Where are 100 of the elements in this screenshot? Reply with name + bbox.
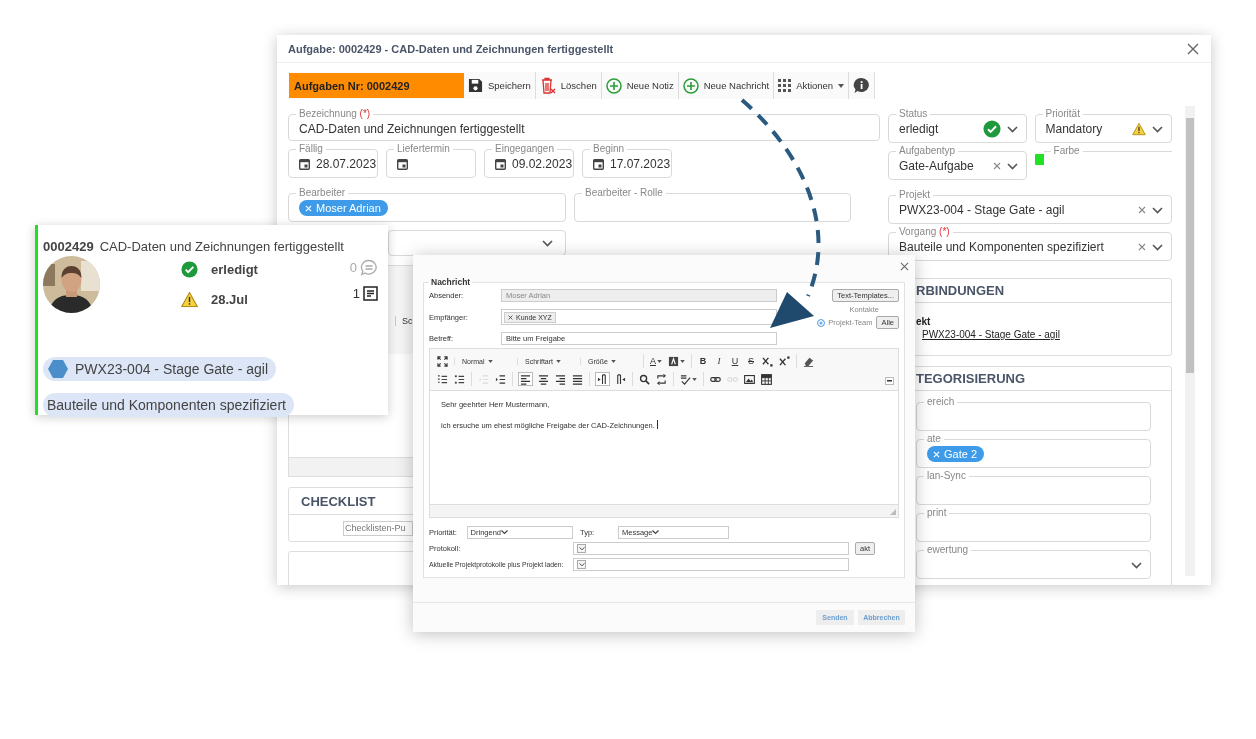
bullet-list-button[interactable] [453, 372, 466, 386]
priority-select[interactable]: Priorität Mandatory [1034, 109, 1172, 143]
indent-button[interactable] [494, 372, 507, 386]
align-center-button[interactable] [537, 372, 550, 386]
superscript-button[interactable] [778, 354, 791, 368]
format-button[interactable]: A [649, 354, 663, 368]
select-field[interactable]: ewertung [916, 545, 1151, 580]
field-label: ekt [916, 316, 932, 327]
ltr-button[interactable] [595, 372, 610, 386]
caret-icon [692, 377, 697, 381]
justify-button[interactable] [571, 372, 584, 386]
text-field[interactable]: Bearbeiter - Rolle [574, 188, 851, 223]
save-button[interactable]: Speichern [464, 72, 536, 99]
text-field[interactable]: Bezeichnung (*) CAD-Daten und Zeichnungen fertiggestellt [288, 109, 880, 142]
scrollbar[interactable] [1185, 106, 1195, 576]
chevron-down-icon[interactable] [652, 530, 660, 535]
plus-circle-icon [682, 77, 699, 94]
add-button[interactable]: Neue Nachricht [678, 72, 775, 99]
check-circle-icon [982, 120, 1001, 138]
fullscreen-button[interactable] [436, 354, 449, 368]
format-button[interactable]: B [697, 354, 709, 368]
date-field[interactable]: Eingegangen 09.02.2023 [484, 144, 574, 179]
align-right-button[interactable] [554, 372, 567, 386]
replace-button[interactable] [655, 372, 668, 386]
chevron-down-icon[interactable] [1152, 243, 1163, 251]
type-select[interactable]: Aufgabentyp Gate-Aufgabe [888, 146, 1027, 180]
remove-icon[interactable] [508, 314, 513, 320]
color-swatch[interactable] [1034, 154, 1046, 165]
chevron-down-icon[interactable] [1131, 561, 1142, 569]
bullet-list-icon [454, 373, 465, 385]
calendar-icon [397, 158, 408, 171]
format-button[interactable]: I [713, 354, 725, 368]
clear-icon[interactable] [992, 162, 1001, 170]
format-button[interactable]: S [745, 354, 757, 368]
image-icon [744, 373, 755, 385]
text-field[interactable]: ereich [916, 397, 1151, 432]
numbered-list-button[interactable] [436, 372, 449, 386]
chevron-down-icon[interactable] [1152, 125, 1163, 133]
clear-icon[interactable] [1138, 206, 1146, 214]
chevron-down-icon[interactable] [578, 546, 585, 551]
image-button[interactable] [743, 372, 756, 386]
plus-circle-icon [605, 77, 622, 94]
align-center-icon [538, 373, 549, 385]
calendar-icon [299, 158, 310, 171]
due-date: 28.Jul [211, 292, 248, 307]
date-field[interactable]: Liefertermin [386, 144, 476, 179]
search-button[interactable] [638, 372, 651, 386]
chevron-down-icon[interactable] [1152, 206, 1163, 214]
text-cursor [656, 419, 658, 429]
note-icon[interactable] [363, 286, 378, 301]
delete-button[interactable]: Löschen [535, 72, 602, 99]
caret-icon [680, 359, 685, 363]
trash-icon [539, 76, 556, 95]
note-count: 1 [352, 286, 360, 301]
eraser-icon [803, 355, 814, 367]
table-button[interactable] [760, 372, 773, 386]
chevron-down-icon[interactable] [501, 530, 509, 535]
rtl-icon [615, 373, 626, 385]
justify-icon [572, 373, 583, 385]
project-select[interactable]: Projekt PWX23-004 - Stage Gate - agil [888, 190, 1172, 224]
date-field[interactable]: Fällig 28.07.2023 [288, 144, 378, 179]
rtl-button[interactable] [614, 372, 627, 386]
warning-icon [181, 291, 198, 308]
window-title: Aufgabe: 0002429 - CAD-Daten und Zeichnungen fertiggestellt [288, 42, 614, 55]
resize-grip-icon[interactable] [890, 509, 896, 515]
text-field[interactable]: print [916, 508, 1151, 543]
spellcheck-icon [680, 373, 691, 385]
add-button[interactable]: Neue Notiz [601, 72, 679, 99]
status-select[interactable]: Status erledigt [888, 109, 1027, 143]
checklist-input[interactable]: Checklisten-Pu [343, 520, 413, 536]
close-icon[interactable] [1187, 42, 1199, 55]
process-select[interactable]: Vorgang (*) Bauteile und Komponenten spezifiziert [888, 227, 1172, 261]
collapse-button[interactable] [885, 377, 894, 385]
background-button[interactable] [667, 354, 686, 368]
date-field[interactable]: Beginn 17.07.2023 [582, 144, 672, 179]
numbered-list-icon [437, 373, 448, 385]
subscript-icon [762, 355, 773, 367]
ltr-icon [597, 373, 608, 385]
align-left-icon [520, 373, 531, 385]
superscript-icon [779, 355, 790, 367]
chevron-down-icon[interactable] [1006, 125, 1018, 133]
search-icon [639, 373, 650, 385]
project-tag[interactable]: PWX23-004 - Stage Gate - agil [43, 357, 276, 381]
chevron-down-icon[interactable] [1006, 162, 1018, 170]
caret-icon [838, 83, 845, 88]
process-tag[interactable]: Bauteile und Komponenten spezifiziert [43, 393, 294, 417]
status-text: erledigt [211, 262, 258, 277]
spellcheck-button[interactable] [679, 372, 698, 386]
clear-icon[interactable] [1138, 243, 1146, 251]
chevron-down-icon[interactable] [578, 562, 585, 567]
project-link[interactable]: PWX23-004 - Stage Gate - agil [922, 329, 1060, 340]
info-icon [853, 77, 871, 94]
check-circle-icon [181, 261, 198, 278]
close-icon[interactable] [900, 261, 909, 271]
actions-menu-button[interactable]: Aktionen [774, 72, 850, 99]
fullscreen-icon [437, 355, 448, 367]
align-left-button[interactable] [518, 372, 533, 386]
text-field[interactable]: lan-Sync [916, 471, 1151, 506]
format-button[interactable]: U [729, 354, 741, 368]
chevron-down-icon[interactable] [542, 239, 553, 247]
